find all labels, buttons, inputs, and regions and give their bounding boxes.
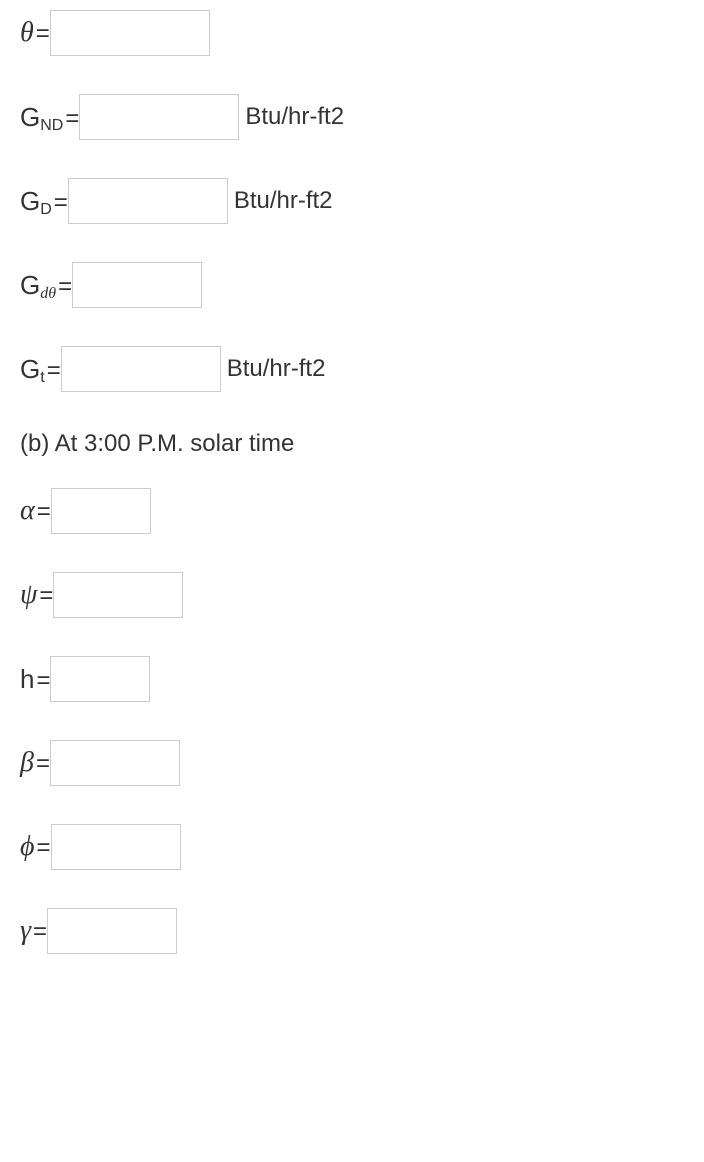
symbol-gdtheta: G (20, 270, 40, 301)
unit-gnd: Btu/hr-ft2 (245, 103, 344, 131)
input-gd[interactable] (68, 178, 228, 224)
symbol-beta: β (20, 747, 34, 779)
label-h: h= (20, 664, 50, 695)
input-gamma[interactable] (47, 908, 177, 954)
input-psi[interactable] (53, 572, 183, 618)
equals-alpha: = (37, 498, 51, 526)
field-row-phi: ϕ= (20, 824, 684, 870)
field-row-alpha: α= (20, 488, 684, 534)
label-alpha: α= (20, 495, 51, 527)
equals-psi: = (39, 582, 53, 610)
symbol-h: h (20, 664, 34, 695)
field-row-beta: β= (20, 740, 684, 786)
input-theta[interactable] (50, 10, 210, 56)
equals-theta: = (36, 20, 50, 48)
subscript-gt: t (40, 369, 44, 387)
unit-gd: Btu/hr-ft2 (234, 187, 333, 215)
equals-h: = (36, 667, 50, 695)
label-gd: GD= (20, 186, 68, 217)
symbol-gamma: γ (20, 915, 31, 947)
field-row-gd: GD= Btu/hr-ft2 (20, 178, 684, 224)
field-row-gamma: γ= (20, 908, 684, 954)
subscript-gnd: ND (40, 117, 63, 135)
symbol-psi: ψ (20, 579, 37, 611)
equals-gt: = (47, 357, 61, 385)
field-row-gnd: GND= Btu/hr-ft2 (20, 94, 684, 140)
label-gnd: GND= (20, 102, 79, 133)
symbol-alpha: α (20, 495, 35, 527)
label-gamma: γ= (20, 915, 47, 947)
subscript-gdtheta: dθ (40, 285, 56, 303)
symbol-gnd: G (20, 102, 40, 133)
equals-beta: = (36, 750, 50, 778)
field-row-h: h= (20, 656, 684, 702)
input-h[interactable] (50, 656, 150, 702)
unit-gt: Btu/hr-ft2 (227, 355, 326, 383)
input-phi[interactable] (51, 824, 181, 870)
symbol-gt: G (20, 354, 40, 385)
equals-phi: = (37, 834, 51, 862)
input-gt[interactable] (61, 346, 221, 392)
label-phi: ϕ= (20, 831, 51, 863)
field-row-theta: θ= (20, 10, 684, 56)
label-psi: ψ= (20, 579, 53, 611)
field-row-gdtheta: Gdθ= (20, 262, 684, 308)
symbol-gd: G (20, 186, 40, 217)
input-alpha[interactable] (51, 488, 151, 534)
equals-gnd: = (65, 105, 79, 133)
input-beta[interactable] (50, 740, 180, 786)
symbol-theta: θ (20, 17, 34, 49)
equals-gamma: = (33, 918, 47, 946)
label-beta: β= (20, 747, 50, 779)
input-gnd[interactable] (79, 94, 239, 140)
label-theta: θ= (20, 17, 50, 49)
symbol-phi: ϕ (20, 831, 35, 863)
field-row-gt: Gt= Btu/hr-ft2 (20, 346, 684, 392)
label-gdtheta: Gdθ= (20, 270, 72, 301)
equals-gdtheta: = (58, 273, 72, 301)
field-row-psi: ψ= (20, 572, 684, 618)
equals-gd: = (54, 189, 68, 217)
label-gt: Gt= (20, 354, 61, 385)
input-gdtheta[interactable] (72, 262, 202, 308)
section-b-header: (b) At 3:00 P.M. solar time (20, 430, 684, 458)
subscript-gd: D (40, 201, 52, 219)
